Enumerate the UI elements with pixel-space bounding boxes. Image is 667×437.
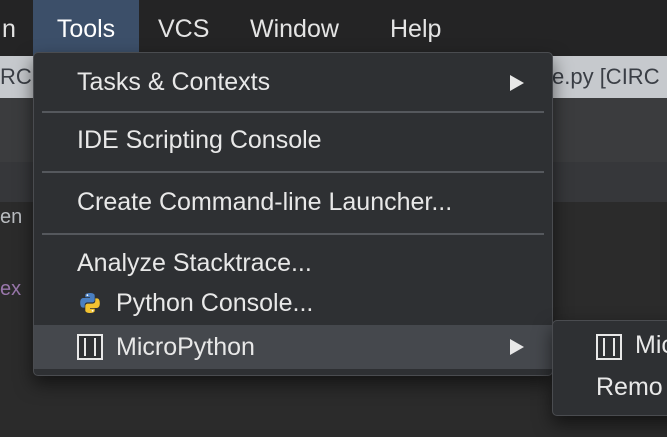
chevron-right-icon — [510, 75, 524, 91]
editor-tab-right[interactable]: e.py [CIRC — [552, 56, 660, 98]
menu-run[interactable]: n — [0, 0, 20, 56]
menu-vcs[interactable]: VCS — [158, 0, 209, 56]
menu-item-label: Create Command-line Launcher... — [77, 188, 453, 216]
menu-item-ide-scripting-console[interactable]: IDE Scripting Console — [34, 117, 552, 165]
menu-item-tasks-contexts[interactable]: Tasks & Contexts — [34, 59, 552, 107]
tools-menu-dropdown: Tasks & Contexts IDE Scripting Console C… — [33, 52, 553, 376]
micropython-icon — [77, 334, 103, 360]
submenu-item-micropython[interactable]: Mic — [553, 325, 667, 369]
menu-help[interactable]: Help — [390, 0, 441, 56]
menu-item-python-console[interactable]: Python Console... — [34, 281, 552, 325]
menu-separator — [42, 111, 544, 113]
menu-item-micropython[interactable]: MicroPython — [34, 325, 552, 369]
menu-item-create-command-line-launcher[interactable]: Create Command-line Launcher... — [34, 179, 552, 227]
menu-window[interactable]: Window — [250, 0, 339, 56]
editor-text-fragment: ex — [0, 278, 22, 300]
chevron-right-icon — [510, 339, 524, 355]
submenu-item-label: Remo — [596, 373, 663, 401]
ide-screen: RC e.py [CIRC en ex n Tools VCS Window H… — [0, 0, 667, 437]
menu-bar: n Tools VCS Window Help — [0, 0, 667, 56]
menu-item-label: Tasks & Contexts — [77, 68, 271, 96]
editor-text-fragment: en — [0, 206, 23, 228]
menu-item-analyze-stacktrace[interactable]: Analyze Stacktrace... — [34, 241, 552, 281]
menu-item-label: MicroPython — [116, 333, 255, 361]
editor-tab-left[interactable]: RC — [0, 56, 32, 98]
menu-tools[interactable]: Tools — [33, 0, 139, 56]
micropython-submenu: Mic Remo — [552, 320, 667, 416]
submenu-item-label: Mic — [635, 331, 667, 359]
python-icon — [78, 291, 102, 315]
submenu-item-remove[interactable]: Remo — [553, 367, 667, 411]
menu-item-label: Python Console... — [116, 289, 314, 317]
menu-separator — [42, 171, 544, 173]
menu-item-label: IDE Scripting Console — [77, 126, 322, 154]
menu-item-label: Analyze Stacktrace... — [77, 249, 312, 277]
menu-separator — [42, 233, 544, 235]
micropython-icon — [596, 334, 622, 360]
